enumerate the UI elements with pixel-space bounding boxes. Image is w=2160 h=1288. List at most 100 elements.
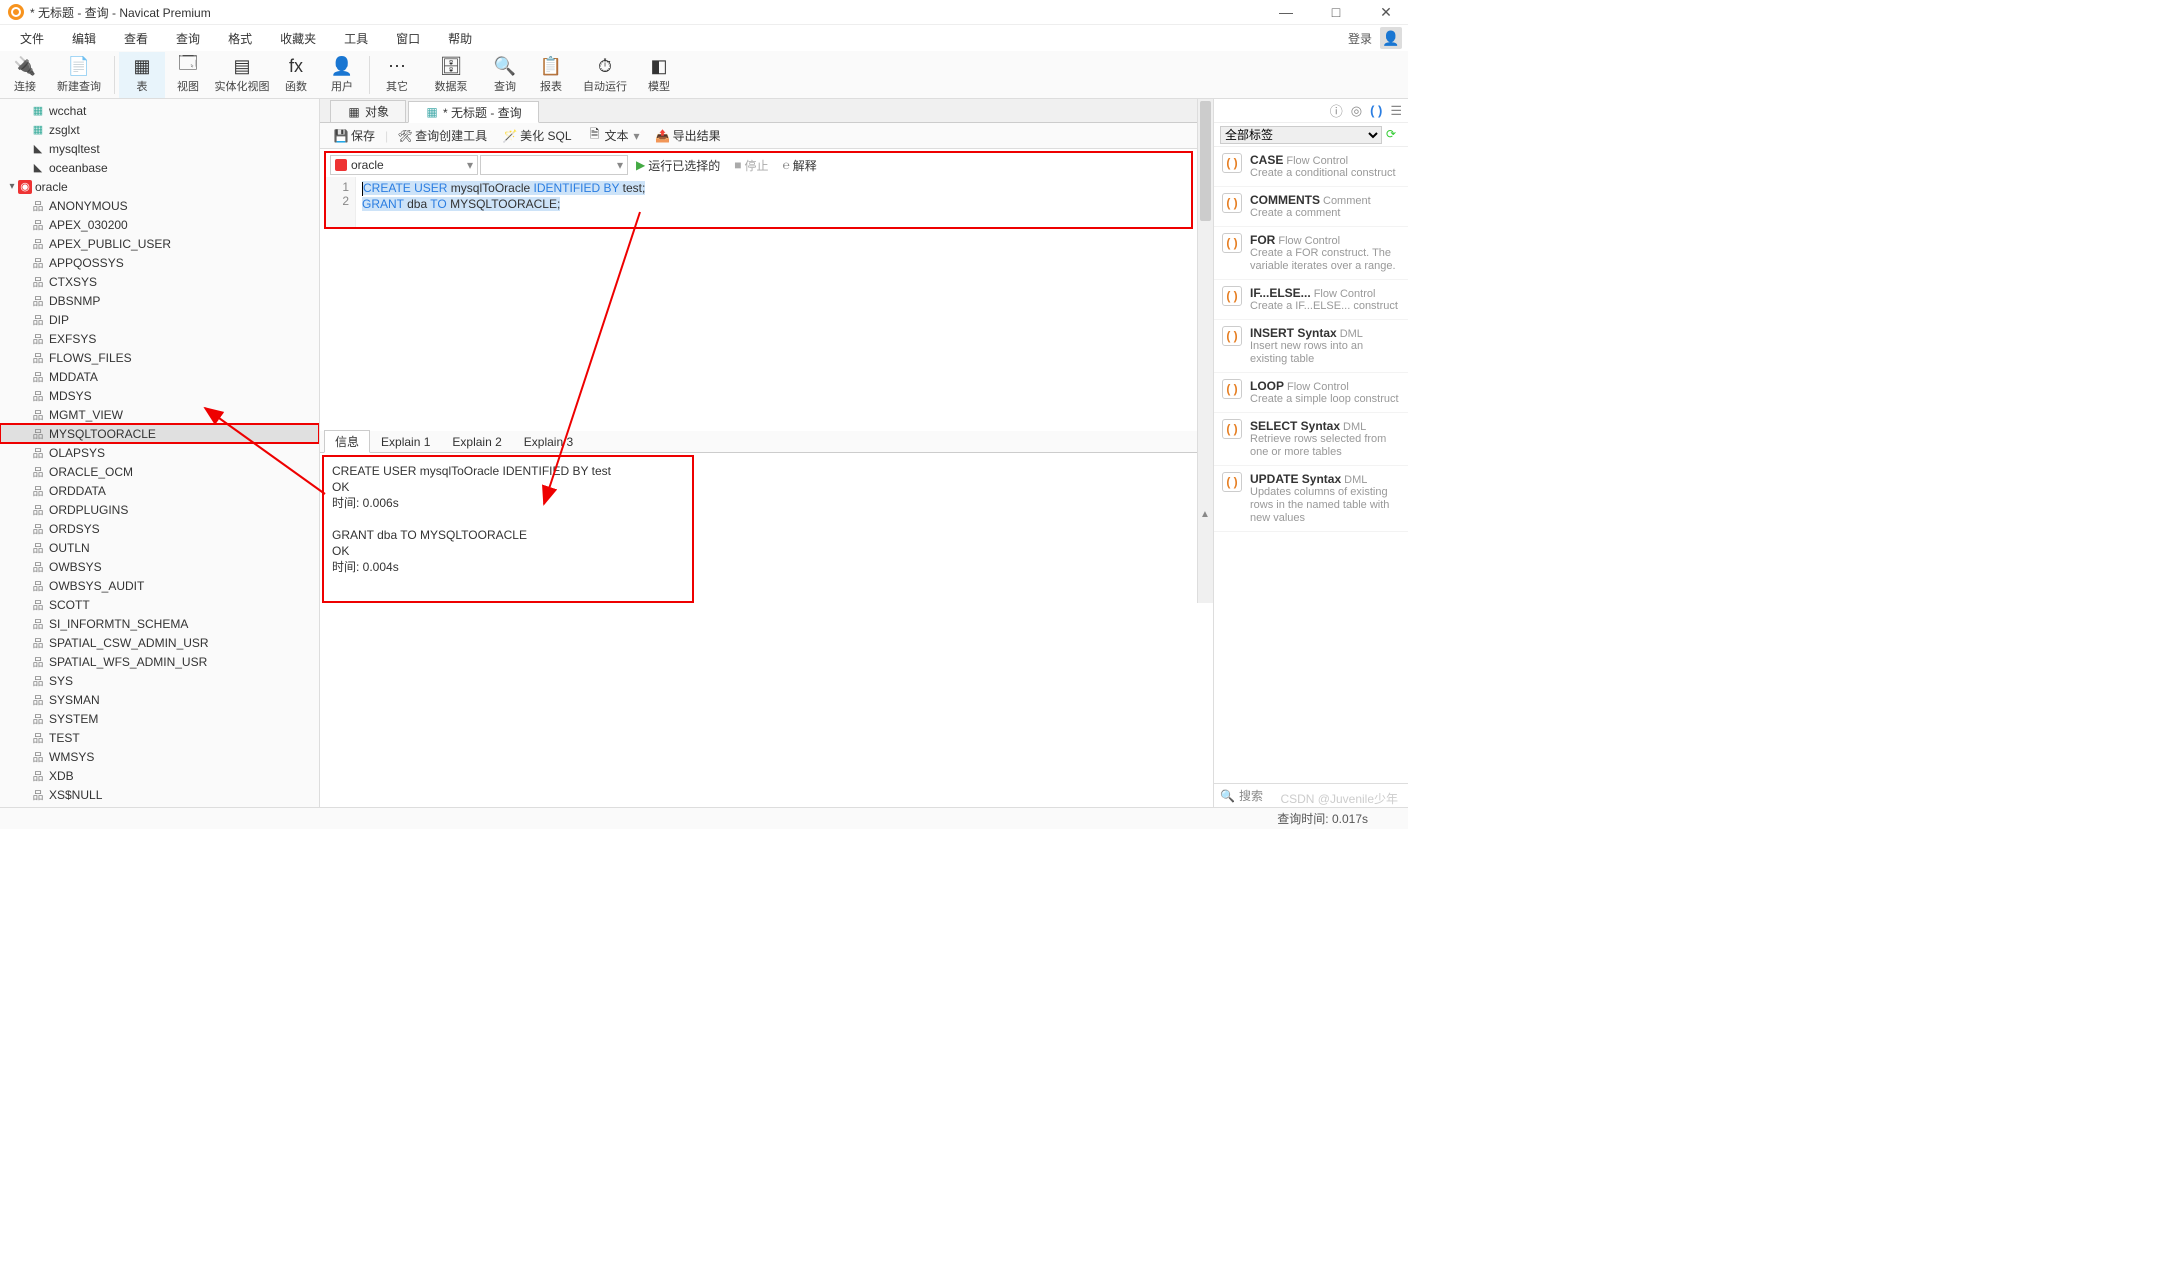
tree-wcchat[interactable]: ▦wcchat: [0, 101, 319, 120]
menu-favorites[interactable]: 收藏夹: [266, 27, 330, 50]
schema-OWBSYS_AUDIT[interactable]: 品OWBSYS_AUDIT: [0, 576, 319, 595]
schema-DIP[interactable]: 品DIP: [0, 310, 319, 329]
window-maximize-button[interactable]: □: [1322, 4, 1350, 20]
code-icon[interactable]: ( ): [1370, 103, 1382, 118]
query-builder-button[interactable]: 🛠查询创建工具: [392, 125, 493, 146]
export-button[interactable]: 📤导出结果: [650, 125, 727, 146]
schema-SYSTEM[interactable]: 品SYSTEM: [0, 709, 319, 728]
menu-format[interactable]: 格式: [214, 27, 266, 50]
beautify-button[interactable]: 🪄美化 SQL: [497, 125, 577, 146]
tag-filter-select[interactable]: 全部标签: [1220, 126, 1382, 144]
schema-XS$NULL[interactable]: 品XS$NULL: [0, 785, 319, 804]
schema-OLAPSYS[interactable]: 品OLAPSYS: [0, 443, 319, 462]
toolbar-查询[interactable]: 🔍查询: [482, 52, 528, 98]
schema-SCOTT[interactable]: 品SCOTT: [0, 595, 319, 614]
vertical-scrollbar[interactable]: ▲: [1197, 99, 1213, 603]
schema-APEX_030200[interactable]: 品APEX_030200: [0, 215, 319, 234]
avatar-icon[interactable]: 👤: [1380, 27, 1402, 49]
schema-ORACLE_OCM[interactable]: 品ORACLE_OCM: [0, 462, 319, 481]
schema-ORDPLUGINS[interactable]: 品ORDPLUGINS: [0, 500, 319, 519]
snippet-COMMENTS[interactable]: ( )COMMENTSCommentCreate a comment: [1214, 187, 1408, 227]
text-button[interactable]: 🗎文本▾: [582, 125, 646, 146]
tab-query[interactable]: ▦ * 无标题 - 查询: [408, 101, 539, 123]
tab-explain1[interactable]: Explain 1: [370, 432, 441, 452]
snippet-list[interactable]: ( )CASEFlow ControlCreate a conditional …: [1214, 147, 1408, 783]
menu-edit[interactable]: 编辑: [58, 27, 110, 50]
schema-MGMT_VIEW[interactable]: 品MGMT_VIEW: [0, 405, 319, 424]
save-button[interactable]: 💾保存: [328, 125, 381, 146]
schema-SPATIAL_WFS_ADMIN_USR[interactable]: 品SPATIAL_WFS_ADMIN_USR: [0, 652, 319, 671]
scroll-up-icon[interactable]: ▲: [1200, 509, 1210, 520]
toolbar-新建查询[interactable]: 📄新建查询: [48, 52, 110, 98]
schema-CTXSYS[interactable]: 品CTXSYS: [0, 272, 319, 291]
schema-DBSNMP[interactable]: 品DBSNMP: [0, 291, 319, 310]
schema-WMSYS[interactable]: 品WMSYS: [0, 747, 319, 766]
stop-button[interactable]: ■停止: [728, 157, 774, 174]
toolbar-表[interactable]: ▦表: [119, 52, 165, 98]
snippet-INSERT Syntax[interactable]: ( )INSERT SyntaxDMLInsert new rows into …: [1214, 320, 1408, 373]
schema-OWBSYS[interactable]: 品OWBSYS: [0, 557, 319, 576]
tree-oceanbase[interactable]: ◣oceanbase: [0, 158, 319, 177]
menu-query[interactable]: 查询: [162, 27, 214, 50]
window-minimize-button[interactable]: —: [1272, 4, 1300, 20]
snippet-IF...ELSE...[interactable]: ( )IF...ELSE...Flow ControlCreate a IF..…: [1214, 280, 1408, 320]
tab-objects[interactable]: ▦ 对象: [330, 100, 406, 122]
code-area[interactable]: CREATE USER mysqlToOracle IDENTIFIED BY …: [356, 177, 1191, 227]
snippet-FOR[interactable]: ( )FORFlow ControlCreate a FOR construct…: [1214, 227, 1408, 280]
schema-select[interactable]: ▾: [480, 155, 628, 175]
toolbar-报表[interactable]: 📋报表: [528, 52, 574, 98]
info-icon[interactable]: ⓘ: [1330, 101, 1343, 120]
window-close-button[interactable]: ✕: [1372, 4, 1400, 21]
schema-XDB[interactable]: 品XDB: [0, 766, 319, 785]
schema-TEST[interactable]: 品TEST: [0, 728, 319, 747]
explain-button[interactable]: ℮解释: [777, 157, 823, 174]
schema-SI_INFORMTN_SCHEMA[interactable]: 品SI_INFORMTN_SCHEMA: [0, 614, 319, 633]
snippet-UPDATE Syntax[interactable]: ( )UPDATE SyntaxDMLUpdates columns of ex…: [1214, 466, 1408, 532]
schema-ORDDATA[interactable]: 品ORDDATA: [0, 481, 319, 500]
schema-MDSYS[interactable]: 品MDSYS: [0, 386, 319, 405]
search-placeholder[interactable]: 搜索: [1239, 787, 1263, 804]
toolbar-其它[interactable]: ⋯其它: [374, 52, 420, 98]
schema-SPATIAL_CSW_ADMIN_USR[interactable]: 品SPATIAL_CSW_ADMIN_USR: [0, 633, 319, 652]
connection-tree[interactable]: ▦wcchat▦zsglxt◣mysqltest◣oceanbase▾◉orac…: [0, 99, 320, 807]
tab-explain2[interactable]: Explain 2: [441, 432, 512, 452]
sql-editor[interactable]: 12 CREATE USER mysqlToOracle IDENTIFIED …: [326, 177, 1191, 227]
menu-help[interactable]: 帮助: [434, 27, 486, 50]
schema-APPQOSSYS[interactable]: 品APPQOSSYS: [0, 253, 319, 272]
menu-view[interactable]: 查看: [110, 27, 162, 50]
toolbar-连接[interactable]: 🔌连接: [2, 52, 48, 98]
toolbar-视图[interactable]: 🗔视图: [165, 52, 211, 98]
tree-mysqltest[interactable]: ◣mysqltest: [0, 139, 319, 158]
toolbar-数据泵[interactable]: 🗄数据泵: [420, 52, 482, 98]
schema-APEX_PUBLIC_USER[interactable]: 品APEX_PUBLIC_USER: [0, 234, 319, 253]
schema-EXFSYS[interactable]: 品EXFSYS: [0, 329, 319, 348]
snippet-CASE[interactable]: ( )CASEFlow ControlCreate a conditional …: [1214, 147, 1408, 187]
connection-select[interactable]: oracle ▾: [330, 155, 478, 175]
refresh-icon[interactable]: ⟳: [1386, 127, 1402, 143]
toolbar-模型[interactable]: ◧模型: [636, 52, 682, 98]
login-link[interactable]: 登录: [1340, 27, 1380, 50]
schema-MDDATA[interactable]: 品MDDATA: [0, 367, 319, 386]
tab-explain3[interactable]: Explain 3: [513, 432, 584, 452]
scroll-thumb[interactable]: [1200, 101, 1211, 221]
schema-FLOWS_FILES[interactable]: 品FLOWS_FILES: [0, 348, 319, 367]
menu-window[interactable]: 窗口: [382, 27, 434, 50]
menu-tools[interactable]: 工具: [330, 27, 382, 50]
target-icon[interactable]: ◎: [1351, 103, 1362, 119]
schema-ANONYMOUS[interactable]: 品ANONYMOUS: [0, 196, 319, 215]
schema-SYS[interactable]: 品SYS: [0, 671, 319, 690]
snippet-SELECT Syntax[interactable]: ( )SELECT SyntaxDMLRetrieve rows selecte…: [1214, 413, 1408, 466]
toolbar-函数[interactable]: fx函数: [273, 52, 319, 98]
toolbar-实体化视图[interactable]: ▤实体化视图: [211, 52, 273, 98]
toolbar-用户[interactable]: 👤用户: [319, 52, 365, 98]
list-icon[interactable]: ☰: [1390, 103, 1402, 119]
schema-OUTLN[interactable]: 品OUTLN: [0, 538, 319, 557]
tree-oracle[interactable]: ▾◉oracle: [0, 177, 319, 196]
schema-SYSMAN[interactable]: 品SYSMAN: [0, 690, 319, 709]
tree-zsglxt[interactable]: ▦zsglxt: [0, 120, 319, 139]
menu-file[interactable]: 文件: [6, 27, 58, 50]
run-selected-button[interactable]: ▶运行已选择的: [630, 157, 726, 174]
schema-MYSQLTOORACLE[interactable]: 品MYSQLTOORACLE: [0, 424, 319, 443]
schema-ORDSYS[interactable]: 品ORDSYS: [0, 519, 319, 538]
toolbar-自动运行[interactable]: ⏱自动运行: [574, 52, 636, 98]
